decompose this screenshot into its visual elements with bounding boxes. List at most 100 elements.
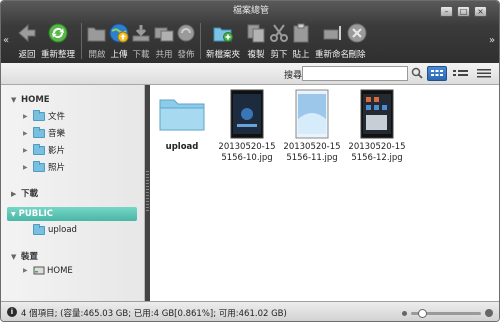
search-icon[interactable] — [411, 67, 423, 80]
collapse-arrow-icon: ▶ — [23, 267, 28, 274]
open-button[interactable]: 開啟 — [85, 21, 109, 61]
zoom-in-icon[interactable] — [485, 309, 493, 317]
sidebar-section-downloads[interactable]: ▶ 下載 — [11, 187, 38, 199]
sidebar-item-videos[interactable]: ▶ 影片 — [23, 143, 65, 156]
zoom-out-icon[interactable] — [402, 311, 407, 316]
publish-icon — [174, 21, 198, 45]
file-manager-window: 檔案總管 – □ × « » 返回 重新整理 開啟 上傳 下載 共用 發佈 新檔… — [0, 0, 500, 322]
collapse-arrow-icon: ▶ — [23, 146, 28, 154]
image-thumbnail — [350, 89, 404, 139]
paste-button[interactable]: 貼上 — [289, 21, 313, 61]
search-input[interactable] — [302, 66, 408, 81]
image-thumbnail — [285, 89, 339, 139]
new-folder-label: 新檔案夾 — [206, 50, 241, 60]
publish-label: 發佈 — [177, 50, 195, 60]
sidebar-item-documents[interactable]: ▶ 文件 — [23, 109, 65, 122]
download-icon — [129, 21, 153, 45]
view-list-button[interactable] — [451, 66, 471, 81]
scissors-icon — [267, 21, 291, 45]
open-label: 開啟 — [88, 50, 106, 60]
view-icons-button[interactable] — [427, 66, 447, 81]
refresh-button[interactable]: 重新整理 — [41, 21, 75, 61]
chevron-right-icon[interactable]: » — [489, 35, 495, 46]
file-name: 20130520-15 5156-12.jpg — [348, 142, 406, 163]
share-button[interactable]: 共用 — [152, 21, 176, 61]
sidebar-section-home[interactable]: ▼ HOME — [11, 95, 50, 105]
folder-icon — [33, 160, 45, 172]
chevron-left-icon[interactable]: « — [3, 35, 9, 46]
expand-icon: ▼ — [11, 211, 16, 218]
window-title: 檔案總管 — [232, 6, 269, 16]
view-detail-button[interactable] — [475, 66, 495, 81]
file-name: 20130520-15 5156-11.jpg — [283, 142, 341, 163]
toolbar-area: 檔案總管 – □ × « » 返回 重新整理 開啟 上傳 下載 共用 發佈 新檔… — [1, 1, 499, 63]
sidebar-item-photos[interactable]: ▶ 照片 — [23, 160, 65, 173]
list-view-icon — [453, 70, 468, 76]
minimize-button[interactable]: – — [440, 6, 453, 17]
publish-button[interactable]: 發佈 — [174, 21, 198, 61]
collapse-arrow-icon: ▶ — [23, 112, 28, 120]
collapse-arrow-icon: ▶ — [11, 190, 17, 198]
grid-view-icon — [431, 70, 443, 76]
expand-icon: ▼ — [11, 253, 17, 261]
file-name: 20130520-15 5156-10.jpg — [218, 142, 276, 163]
file-name: upload — [165, 142, 199, 152]
sidebar-item-upload[interactable]: upload — [23, 223, 77, 235]
copy-icon — [244, 21, 268, 45]
sidebar: ▼ HOME ▶ 文件 ▶ 音樂 ▶ 影片 ▶ 照片 ▶ 下載 ▼ PUBLIC uploa… — [1, 85, 145, 301]
toolbar-separator — [200, 23, 201, 59]
rename-label: 重新命名 — [315, 50, 350, 60]
folder-icon — [33, 223, 45, 235]
sidebar-item-device-home[interactable]: ▶ HOME — [23, 265, 73, 276]
info-icon: i — [7, 307, 17, 317]
copy-button[interactable]: 複製 — [244, 21, 268, 61]
sidebar-section-public[interactable]: ▼ PUBLIC — [7, 207, 137, 221]
close-button[interactable]: × — [474, 6, 487, 17]
file-list-area: upload 20130520-15 5156-10.jpg 20130520-… — [150, 85, 499, 301]
sidebar-item-music[interactable]: ▶ 音樂 — [23, 126, 65, 139]
toolbar-separator — [81, 23, 82, 59]
splitter-grip[interactable] — [146, 171, 149, 211]
zoom-slider-thumb[interactable] — [417, 309, 427, 318]
refresh-label: 重新整理 — [41, 50, 76, 60]
file-item-image-10[interactable]: 20130520-15 5156-10.jpg — [216, 89, 278, 164]
folder-icon — [33, 109, 45, 121]
new-folder-icon — [211, 21, 235, 45]
delete-label: 刪除 — [348, 50, 366, 60]
globe-upload-icon — [107, 21, 131, 45]
cut-button[interactable]: 剪下 — [267, 21, 291, 61]
collapse-arrow-icon: ▶ — [23, 129, 28, 137]
folder-icon — [33, 126, 45, 138]
download-label: 下載 — [132, 50, 150, 60]
delete-icon — [345, 21, 369, 45]
folder-icon — [33, 143, 45, 155]
delete-button[interactable]: 刪除 — [345, 21, 369, 61]
drive-icon — [33, 266, 45, 275]
file-item-upload[interactable]: upload — [151, 89, 213, 153]
back-button[interactable]: 返回 — [15, 21, 39, 61]
file-item-image-11[interactable]: 20130520-15 5156-11.jpg — [281, 89, 343, 164]
new-folder-button[interactable]: 新檔案夾 — [206, 21, 240, 61]
download-button[interactable]: 下載 — [129, 21, 153, 61]
collapse-arrow-icon: ▶ — [23, 163, 28, 171]
expand-icon: ▼ — [11, 96, 17, 104]
back-arrow-icon — [15, 21, 39, 45]
rename-button[interactable]: 重新命名 — [315, 21, 349, 61]
upload-label: 上傳 — [110, 50, 128, 60]
file-item-image-12[interactable]: 20130520-15 5156-12.jpg — [346, 89, 408, 164]
search-bar: 搜尋 — [1, 63, 499, 85]
search-label: 搜尋 — [284, 71, 303, 81]
status-text: 4 個項目; (容量:465.03 GB; 已用:4 GB[0.861%]; 可… — [21, 309, 287, 319]
maximize-button[interactable]: □ — [457, 6, 470, 17]
share-label: 共用 — [155, 50, 173, 60]
sidebar-section-devices[interactable]: ▼ 裝置 — [11, 250, 38, 262]
detail-view-icon — [477, 69, 491, 78]
refresh-icon — [46, 21, 70, 45]
upload-button[interactable]: 上傳 — [107, 21, 131, 61]
back-label: 返回 — [18, 50, 36, 60]
paste-label: 貼上 — [292, 50, 310, 60]
image-thumbnail — [220, 89, 274, 139]
status-bar: i 4 個項目; (容量:465.03 GB; 已用:4 GB[0.861%];… — [1, 301, 499, 321]
folder-icon — [155, 89, 209, 139]
copy-label: 複製 — [247, 50, 265, 60]
